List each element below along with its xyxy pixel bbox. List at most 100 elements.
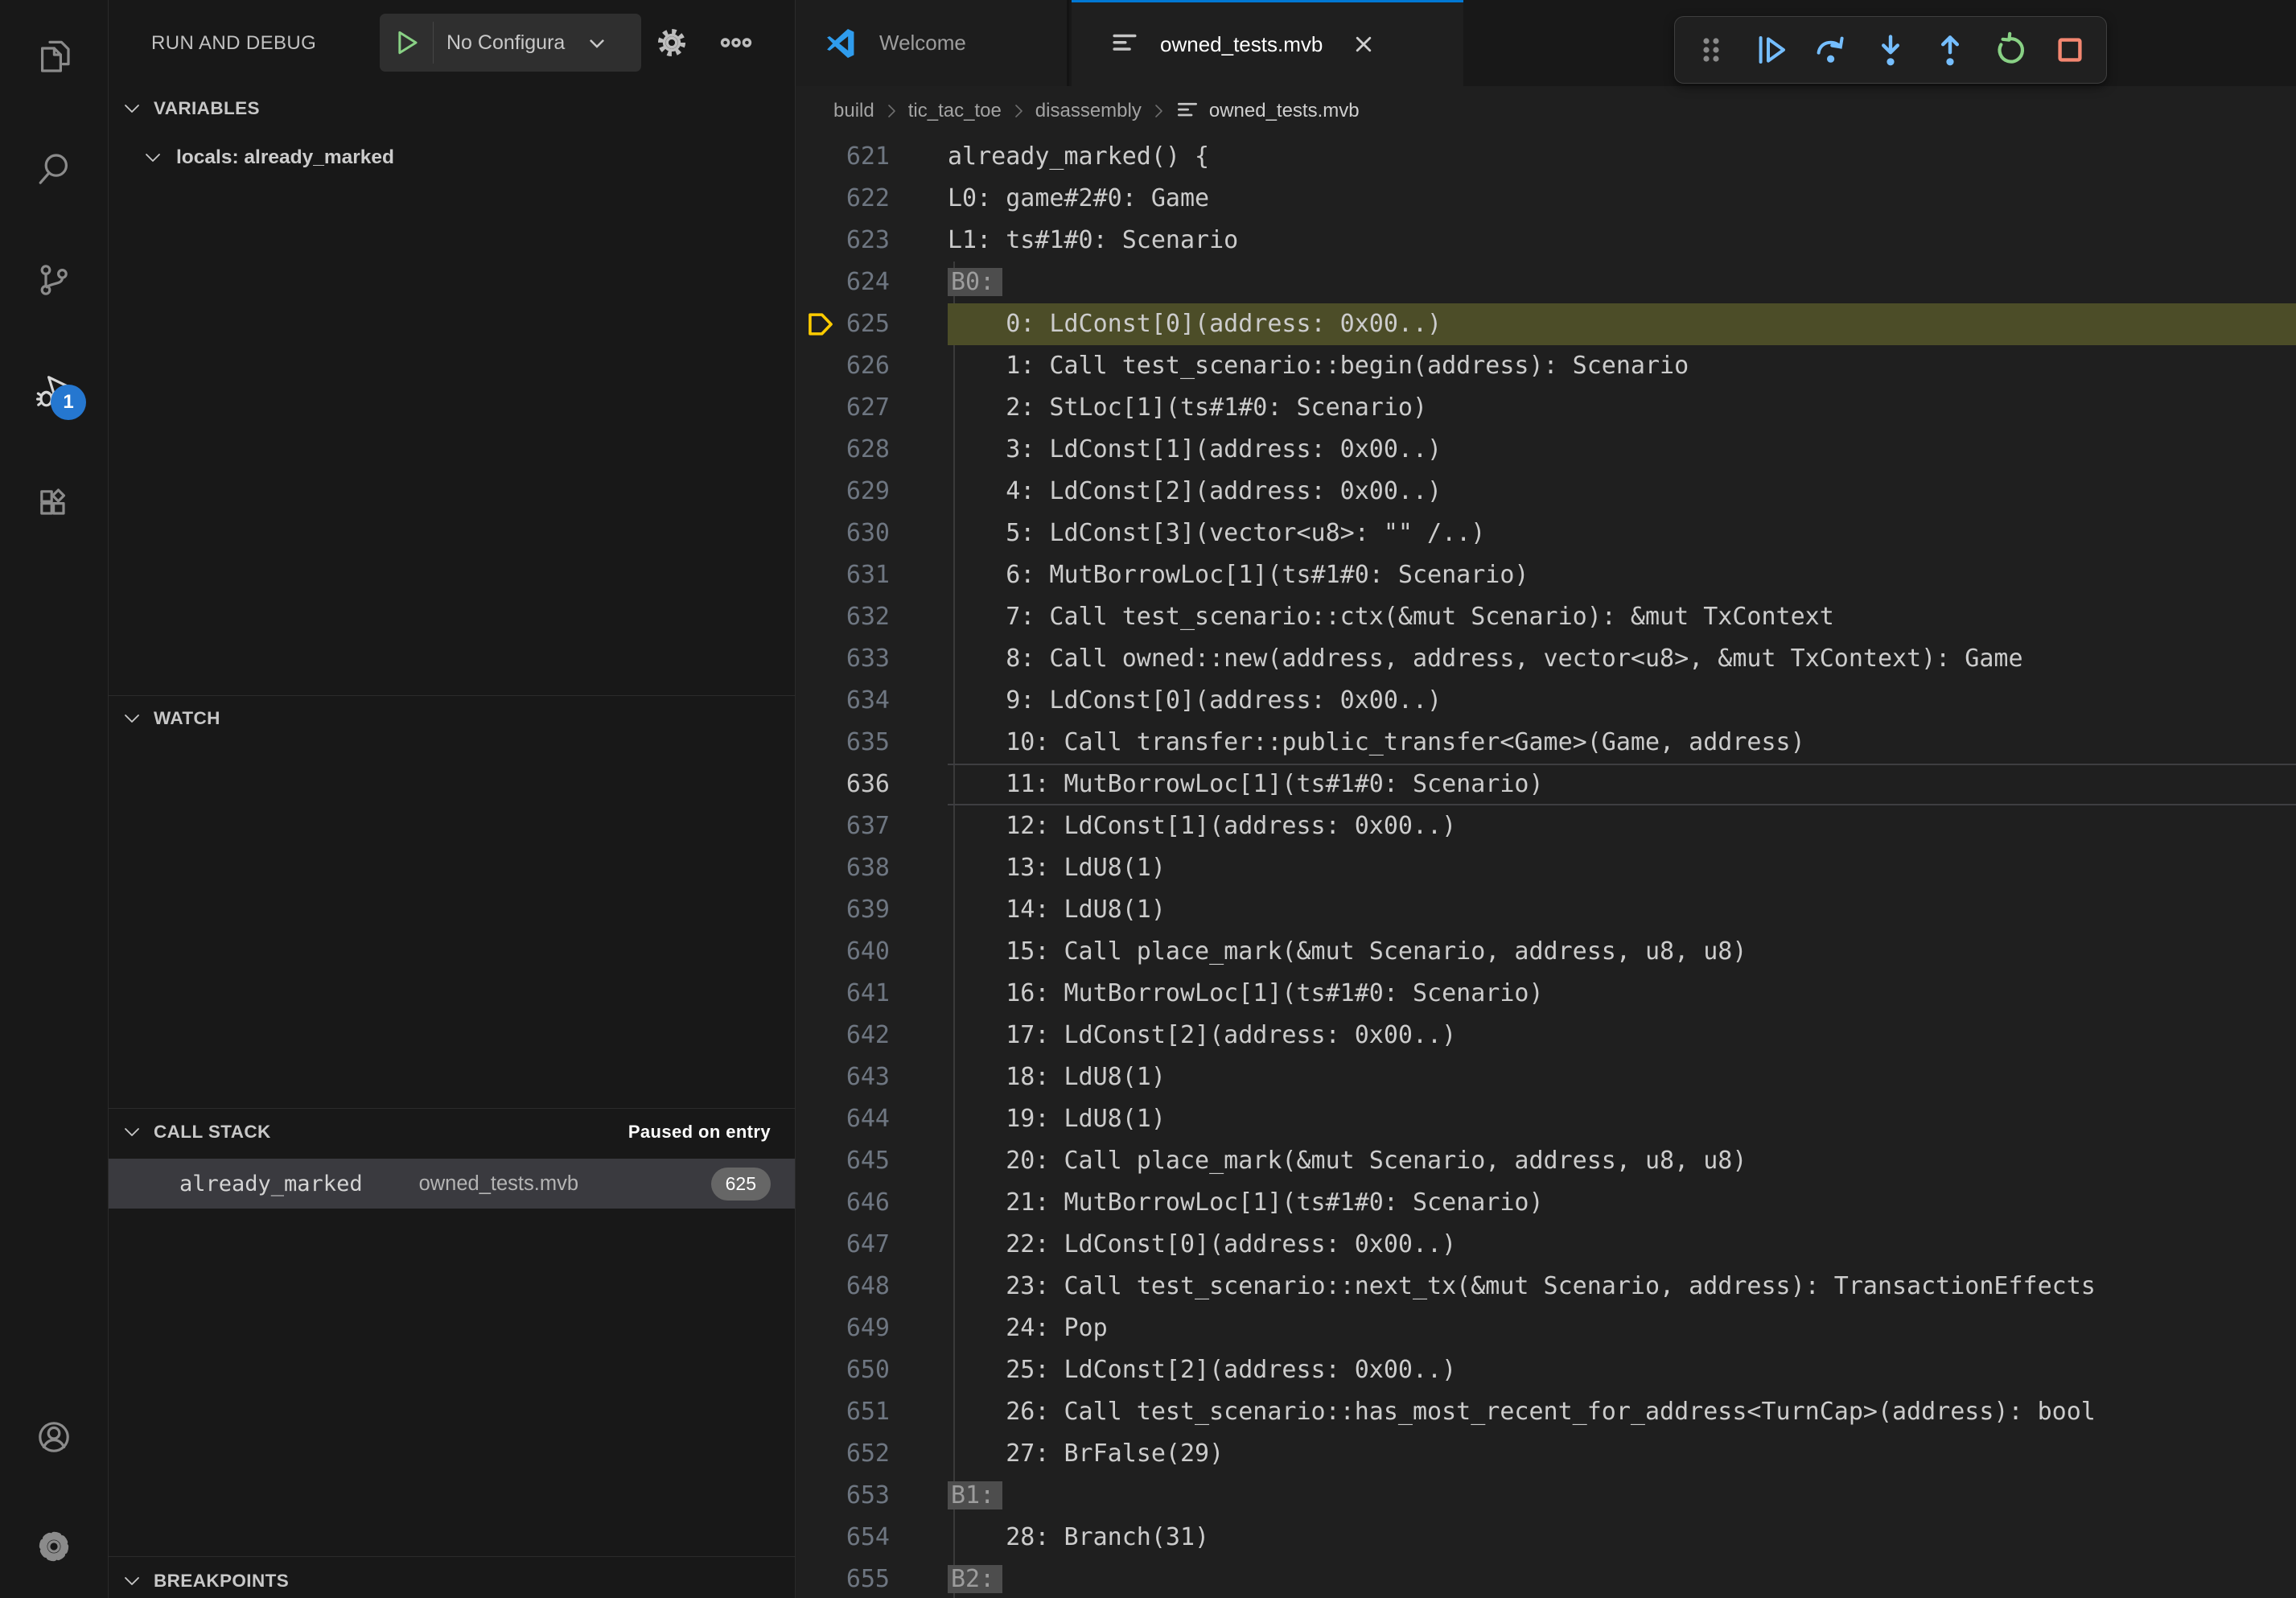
code-line-text[interactable]: 14: LdU8(1)	[948, 889, 2296, 931]
source-control-icon[interactable]	[35, 261, 73, 299]
gutter-glyph[interactable]	[805, 351, 836, 381]
gutter-glyph[interactable]	[805, 727, 836, 758]
code-line[interactable]: 630 5: LdConst[3](vector<u8>: "" /..)	[796, 513, 2296, 554]
gutter-glyph[interactable]	[805, 1146, 836, 1176]
breakpoints-section-header[interactable]: BREAKPOINTS	[109, 1559, 795, 1598]
code-line-text[interactable]: 12: LdConst[1](address: 0x00..)	[948, 805, 2296, 847]
gutter-glyph[interactable]	[805, 686, 836, 716]
breadcrumb-file[interactable]: owned_tests.mvb	[1175, 99, 1360, 123]
code-line-text[interactable]: L1: ts#1#0: Scenario	[948, 220, 2296, 262]
code-line[interactable]: 637 12: LdConst[1](address: 0x00..)	[796, 805, 2296, 847]
code-line-text[interactable]: 3: LdConst[1](address: 0x00..)	[948, 429, 2296, 471]
step-into-button[interactable]	[1871, 31, 1910, 69]
breadcrumb-build[interactable]: build	[833, 100, 874, 122]
restart-button[interactable]	[1991, 31, 2030, 69]
code-line-text[interactable]: 15: Call place_mark(&mut Scenario, addre…	[948, 931, 2296, 973]
gutter-glyph[interactable]	[805, 1313, 836, 1344]
breadcrumb-tic-tac-toe[interactable]: tic_tac_toe	[908, 100, 1002, 122]
code-line[interactable]: 643 18: LdU8(1)	[796, 1056, 2296, 1098]
gutter-glyph[interactable]	[805, 518, 836, 549]
tab-label[interactable]: Welcome	[879, 31, 966, 56]
debug-config-dropdown[interactable]: No Configura	[380, 14, 641, 72]
code-line-text[interactable]: 20: Call place_mark(&mut Scenario, addre…	[948, 1140, 2296, 1182]
code-line-text[interactable]: 9: LdConst[0](address: 0x00..)	[948, 680, 2296, 722]
code-line-text[interactable]: B2:	[948, 1559, 2296, 1598]
code-line-text[interactable]: 21: MutBorrowLoc[1](ts#1#0: Scenario)	[948, 1182, 2296, 1224]
code-line[interactable]: 644 19: LdU8(1)	[796, 1098, 2296, 1140]
code-line[interactable]: 625 0: LdConst[0](address: 0x00..)	[796, 303, 2296, 345]
code-line[interactable]: 632 7: Call test_scenario::ctx(&mut Scen…	[796, 596, 2296, 638]
code-line[interactable]: 623 L1: ts#1#0: Scenario	[796, 220, 2296, 262]
code-line[interactable]: 653 B1:	[796, 1475, 2296, 1517]
code-line[interactable]: 636 11: MutBorrowLoc[1](ts#1#0: Scenario…	[796, 764, 2296, 805]
gutter-glyph[interactable]	[805, 225, 836, 256]
gutter-glyph[interactable]	[805, 476, 836, 507]
debug-current-line-icon[interactable]	[805, 309, 836, 340]
debug-config-label[interactable]: No Configura	[446, 31, 585, 55]
gutter-glyph[interactable]	[805, 853, 836, 883]
more-actions-ellipsis-icon[interactable]	[710, 17, 762, 68]
code-line-text[interactable]: 6: MutBorrowLoc[1](ts#1#0: Scenario)	[948, 554, 2296, 596]
stop-button[interactable]	[2051, 31, 2089, 69]
code-line[interactable]: 651 26: Call test_scenario::has_most_rec…	[796, 1391, 2296, 1433]
code-line[interactable]: 635 10: Call transfer::public_transfer<G…	[796, 722, 2296, 764]
gutter-glyph[interactable]	[805, 895, 836, 925]
code-line[interactable]: 647 22: LdConst[0](address: 0x00..)	[796, 1224, 2296, 1266]
locals-scope-row[interactable]: locals: already_marked	[109, 135, 795, 180]
code-line[interactable]: 648 23: Call test_scenario::next_tx(&mut…	[796, 1266, 2296, 1308]
code-line-text[interactable]: 5: LdConst[3](vector<u8>: "" /..)	[948, 513, 2296, 554]
account-icon[interactable]	[35, 1418, 73, 1456]
code-line-text[interactable]: 11: MutBorrowLoc[1](ts#1#0: Scenario)	[948, 764, 2296, 805]
code-line-text[interactable]: 27: BrFalse(29)	[948, 1433, 2296, 1475]
gutter-glyph[interactable]	[805, 1564, 836, 1595]
code-line[interactable]: 626 1: Call test_scenario::begin(address…	[796, 345, 2296, 387]
gutter-glyph[interactable]	[805, 267, 836, 298]
code-line-text[interactable]: 18: LdU8(1)	[948, 1056, 2296, 1098]
code-line[interactable]: 642 17: LdConst[2](address: 0x00..)	[796, 1015, 2296, 1056]
gutter-glyph[interactable]	[805, 1481, 836, 1511]
gutter-glyph[interactable]	[805, 811, 836, 842]
debug-icon[interactable]: 1	[35, 372, 73, 410]
code-line[interactable]: 627 2: StLoc[1](ts#1#0: Scenario)	[796, 387, 2296, 429]
call-stack-section-header[interactable]: CALL STACK Paused on entry	[109, 1110, 795, 1154]
gutter-glyph[interactable]	[805, 1062, 836, 1093]
watch-section-header[interactable]: WATCH	[109, 697, 795, 740]
code-line[interactable]: 645 20: Call place_mark(&mut Scenario, a…	[796, 1140, 2296, 1182]
code-line[interactable]: 621 already_marked() {	[796, 136, 2296, 178]
code-line[interactable]: 646 21: MutBorrowLoc[1](ts#1#0: Scenario…	[796, 1182, 2296, 1224]
close-icon[interactable]	[1350, 31, 1377, 58]
gutter-glyph[interactable]	[805, 1229, 836, 1260]
step-over-button[interactable]	[1812, 31, 1850, 69]
code-editor[interactable]: 621 already_marked() { 622 L0: game#2#0:…	[796, 136, 2296, 1598]
code-line[interactable]: 624 B0:	[796, 262, 2296, 303]
gutter-glyph[interactable]	[805, 978, 836, 1009]
call-stack-frame-row[interactable]: already_marked owned_tests.mvb 625	[109, 1159, 795, 1209]
code-line[interactable]: 654 28: Branch(31)	[796, 1517, 2296, 1559]
gutter-glyph[interactable]	[805, 1355, 836, 1386]
debug-settings-gear-icon[interactable]	[646, 17, 697, 68]
search-icon[interactable]	[35, 150, 73, 188]
breadcrumb-disassembly[interactable]: disassembly	[1035, 100, 1142, 122]
code-line[interactable]: 638 13: LdU8(1)	[796, 847, 2296, 889]
gutter-glyph[interactable]	[805, 1271, 836, 1302]
gutter-glyph[interactable]	[805, 1522, 836, 1553]
code-line[interactable]: 633 8: Call owned::new(address, address,…	[796, 638, 2296, 680]
tab-welcome[interactable]: Welcome	[796, 0, 1069, 86]
code-line[interactable]: 629 4: LdConst[2](address: 0x00..)	[796, 471, 2296, 513]
code-line-text[interactable]: 13: LdU8(1)	[948, 847, 2296, 889]
gutter-glyph[interactable]	[805, 560, 836, 591]
code-line-text[interactable]: 10: Call transfer::public_transfer<Game>…	[948, 722, 2296, 764]
code-line[interactable]: 641 16: MutBorrowLoc[1](ts#1#0: Scenario…	[796, 973, 2296, 1015]
gutter-glyph[interactable]	[805, 1439, 836, 1469]
gutter-glyph[interactable]	[805, 602, 836, 632]
gutter-glyph[interactable]	[805, 435, 836, 465]
gutter-glyph[interactable]	[805, 644, 836, 674]
code-line[interactable]: 628 3: LdConst[1](address: 0x00..)	[796, 429, 2296, 471]
code-line-text[interactable]: 26: Call test_scenario::has_most_recent_…	[948, 1391, 2296, 1433]
code-line-text[interactable]: 7: Call test_scenario::ctx(&mut Scenario…	[948, 596, 2296, 638]
code-line-text[interactable]: 2: StLoc[1](ts#1#0: Scenario)	[948, 387, 2296, 429]
gutter-glyph[interactable]	[805, 1104, 836, 1135]
code-line-text[interactable]: 23: Call test_scenario::next_tx(&mut Sce…	[948, 1266, 2296, 1308]
tab-owned-tests[interactable]: owned_tests.mvb	[1072, 0, 1463, 86]
code-line-text[interactable]: 4: LdConst[2](address: 0x00..)	[948, 471, 2296, 513]
